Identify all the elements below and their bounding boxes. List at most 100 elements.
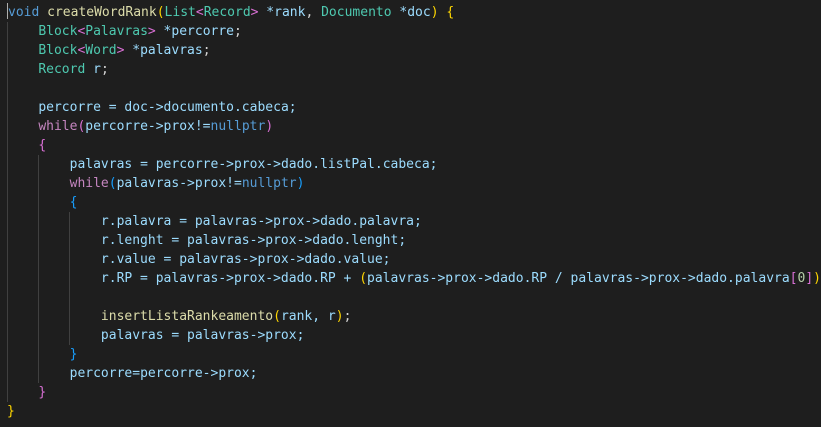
- code-line-20[interactable]: percorre=percorre->prox;: [0, 364, 821, 383]
- indent-guide: [7, 136, 8, 155]
- keyword-while: while: [38, 119, 78, 134]
- statement: r.RP = palavras->prox->dado.RP +: [100, 271, 360, 286]
- keyword-while: while: [69, 176, 109, 191]
- indent-guide: [38, 345, 39, 364]
- brace-open: {: [69, 195, 78, 210]
- indent-guide: [7, 212, 8, 231]
- keyword-nullptr: nullptr: [210, 119, 266, 134]
- paren: (: [108, 176, 117, 191]
- type-name: Block: [38, 43, 78, 58]
- indent-guide: [38, 269, 39, 288]
- code-line-18[interactable]: palavras = palavras->prox;: [0, 326, 821, 345]
- indent-guide: [38, 288, 39, 307]
- indent-guide: [7, 41, 8, 60]
- variable: *percorre: [155, 24, 235, 39]
- variable: r: [85, 62, 101, 77]
- indent-guide: [7, 22, 8, 41]
- code-line-1[interactable]: void createWordRank(List<Record> *rank, …: [0, 3, 821, 22]
- square-bracket: ]: [805, 271, 814, 286]
- code-line-21[interactable]: }: [0, 383, 821, 402]
- paren: ): [265, 119, 274, 134]
- expression: palavras->prox->dado.RP / palavras->prox…: [367, 271, 790, 286]
- indent-guide: [7, 60, 8, 79]
- statement: palavras = percorre->prox->dado.listPal.…: [69, 157, 438, 172]
- function-call: insertListaRankeamento: [100, 309, 274, 324]
- indent-guide: [38, 193, 39, 212]
- statement: palavras = palavras->prox;: [100, 328, 305, 343]
- code-line-9[interactable]: palavras = percorre->prox->dado.listPal.…: [0, 155, 821, 174]
- indent-guide: [38, 364, 39, 383]
- paren: ): [813, 271, 821, 286]
- indent-guide: [38, 155, 39, 174]
- paren: (: [156, 5, 165, 20]
- indent-guide: [7, 250, 8, 269]
- paren: ): [335, 309, 344, 324]
- code-line-8[interactable]: {: [0, 136, 821, 155]
- semicolon: ;: [234, 24, 242, 39]
- code-line-14[interactable]: r.value = palavras->prox->dado.value;: [0, 250, 821, 269]
- indent-guide: [7, 364, 8, 383]
- variable: *palavras: [124, 43, 203, 58]
- type-name: Record: [203, 5, 251, 20]
- code-line-16[interactable]: [0, 288, 821, 307]
- indent-guide: [38, 174, 39, 193]
- type-name: List: [164, 5, 196, 20]
- function-name: createWordRank: [47, 5, 157, 20]
- semicolon: ;: [100, 62, 109, 77]
- code-line-11[interactable]: {: [0, 193, 821, 212]
- type-name: Record: [38, 62, 86, 77]
- code-line-3[interactable]: Block<Word> *palavras;: [0, 41, 821, 60]
- code-line-19[interactable]: }: [0, 345, 821, 364]
- code-line-4[interactable]: Record r;: [0, 60, 821, 79]
- indent-guide: [69, 250, 70, 269]
- code-line-13[interactable]: r.lenght = palavras->prox->dado.lenght;: [0, 231, 821, 250]
- indent-guide: [69, 269, 70, 288]
- indent-guide: [69, 307, 70, 326]
- paren: (: [273, 309, 281, 324]
- semicolon: ;: [343, 309, 352, 324]
- type-name: Word: [85, 43, 117, 58]
- indent-guide: [69, 326, 70, 345]
- indent-guide: [38, 250, 39, 269]
- indent-guide: [7, 326, 8, 345]
- type-name: Block: [38, 24, 78, 39]
- statement: r.lenght = palavras->prox->dado.lenght;: [100, 233, 407, 248]
- semicolon: ;: [202, 43, 211, 58]
- brace-open: {: [446, 5, 455, 20]
- statement: r.value = palavras->prox->dado.value;: [100, 252, 391, 267]
- code-line-10[interactable]: while(palavras->prox!=nullptr): [0, 174, 821, 193]
- indent-guide: [7, 98, 8, 117]
- indent-guide: [7, 383, 8, 402]
- type-name: Palavras: [85, 24, 148, 39]
- code-line-15[interactable]: r.RP = palavras->prox->dado.RP + (palavr…: [0, 269, 821, 288]
- paren: ): [296, 176, 305, 191]
- indent-guide: [7, 117, 8, 136]
- indent-guide: [38, 307, 39, 326]
- statement: percorre=percorre->prox;: [69, 366, 258, 381]
- code-editor[interactable]: void createWordRank(List<Record> *rank, …: [0, 0, 821, 427]
- indent-guide: [7, 174, 8, 193]
- code-line-17[interactable]: insertListaRankeamento(rank, r);: [0, 307, 821, 326]
- condition: palavras->prox!=: [116, 176, 242, 191]
- code-line-5[interactable]: [0, 79, 821, 98]
- square-bracket: [: [789, 271, 798, 286]
- brace-close: }: [69, 347, 78, 362]
- angle-bracket: >: [147, 24, 156, 39]
- code-line-7[interactable]: while(percorre->prox!=nullptr): [0, 117, 821, 136]
- brace-close: }: [38, 385, 47, 400]
- indent-guide: [7, 79, 8, 98]
- brace-open: {: [38, 138, 47, 153]
- indent-guide: [7, 193, 8, 212]
- statement: r.palavra = palavras->prox->dado.palavra…: [100, 214, 422, 229]
- code-line-12[interactable]: r.palavra = palavras->prox->dado.palavra…: [0, 212, 821, 231]
- arguments: rank, r: [280, 309, 336, 324]
- indent-guide: [7, 269, 8, 288]
- code-line-6[interactable]: percorre = doc->documento.cabeca;: [0, 98, 821, 117]
- code-line-22[interactable]: }: [0, 402, 821, 421]
- indent-guide: [7, 231, 8, 250]
- indent-guide: [69, 231, 70, 250]
- indent-guide: [7, 345, 8, 364]
- indent-guide: [69, 288, 70, 307]
- type-name: Documento: [321, 5, 392, 20]
- code-line-2[interactable]: Block<Palavras> *percorre;: [0, 22, 821, 41]
